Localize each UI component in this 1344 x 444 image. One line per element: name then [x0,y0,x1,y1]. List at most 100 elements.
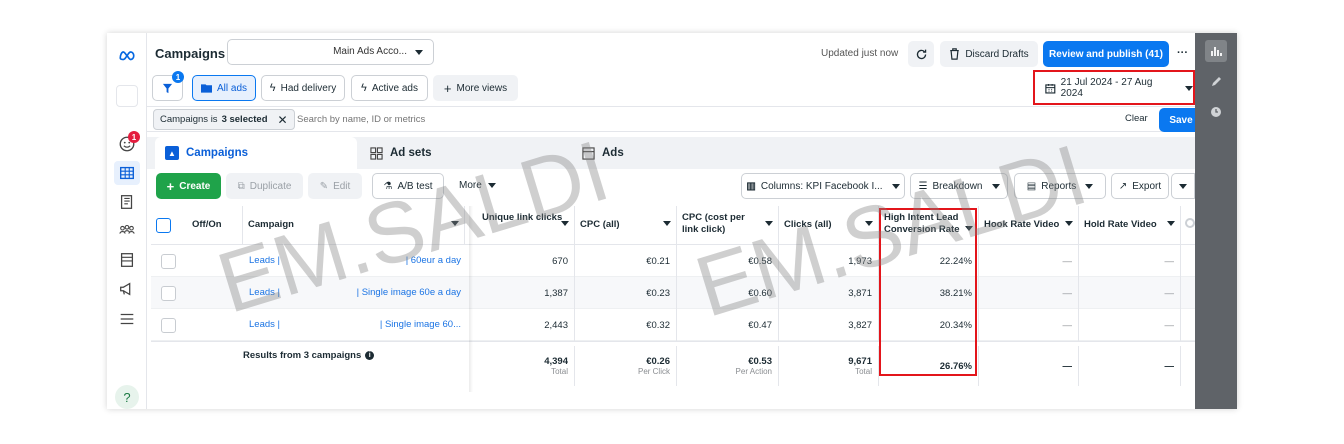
account-selector[interactable]: Main Ads Acco... [227,39,434,65]
more-actions-button[interactable]: More [459,180,496,191]
meta-logo-icon[interactable] [116,45,138,65]
reports-label: Reports [1041,180,1077,192]
account-avatar[interactable] [116,85,138,107]
menu-icon[interactable] [116,309,138,329]
campaign-name-link[interactable]: Leads | [249,287,280,298]
pages-icon[interactable] [116,192,138,212]
col-unique-label: Unique link clicks [482,212,563,223]
campaign-name-suffix[interactable]: | 60eur a day [406,255,461,266]
sort-icon [865,221,873,226]
tab-ads[interactable]: Ads [572,137,780,169]
view-had-delivery[interactable]: ϟ Had delivery [261,75,345,101]
settings-icon[interactable] [1185,218,1195,228]
breakdown-button[interactable]: ☰ Breakdown [910,173,1008,199]
total-cpc-all: €0.26 Per Click [575,346,677,386]
total-sub: Per Click [637,367,670,376]
clear-link[interactable]: Clear [1125,113,1148,124]
sort-icon [1065,221,1073,226]
sort-icon [451,221,459,226]
chart-icon[interactable] [1205,40,1227,62]
smiley-icon[interactable]: 1 [116,131,140,154]
cell-clicks: 1,973 [779,245,879,277]
campaign-name-suffix[interactable]: | Single image 60e a day [357,287,461,298]
row-checkbox[interactable] [161,254,176,269]
tab-campaigns-label: Campaigns [186,147,248,159]
duplicate-label: Duplicate [249,180,292,192]
col-cpc-all[interactable]: CPC (all) [575,206,677,244]
columns-icon: ▥ [746,180,756,192]
breakdown-label: Breakdown [932,180,983,192]
columns-button[interactable]: ▥ Columns: KPI Facebook I... [741,173,905,199]
sort-icon [1167,221,1175,226]
billing-icon[interactable] [116,250,138,270]
more-views-button[interactable]: + More views [433,75,518,101]
discard-label: Discard Drafts [965,48,1029,60]
top-bar: Campaigns Main Ads Acco... Updated just … [147,33,1195,71]
col-unique-link-clicks[interactable]: Unique link clicks [477,206,575,244]
view-active-ads[interactable]: ϟ Active ads [351,75,428,101]
history-icon[interactable] [1205,101,1227,123]
chevron-down-icon [1179,183,1187,189]
tab-campaigns[interactable]: ▲ Campaigns [155,137,357,169]
duplicate-icon: ⧉ [237,180,245,192]
more-options-icon[interactable]: ··· [1177,47,1188,59]
tab-ad-sets-label: Ad sets [390,147,432,159]
ab-test-button[interactable]: ⚗ A/B test [372,173,444,199]
edit-button[interactable]: ✎ Edit [308,173,362,199]
info-icon[interactable]: i [365,351,375,360]
refresh-button[interactable] [908,41,934,67]
tab-ad-sets[interactable]: Ad sets [360,137,566,169]
campaign-name-link[interactable]: Leads | [249,255,280,266]
col-off-on[interactable]: Off/On [187,206,243,244]
total-hook: — [979,346,1079,386]
total-sub: Total [855,367,872,376]
col-campaign[interactable]: Campaign [243,206,465,244]
cell-hold: — [1079,309,1181,341]
megaphone-icon[interactable] [116,279,138,299]
export-icon: ↗ [1118,180,1128,192]
col-cpc-link[interactable]: CPC (cost per link click) [677,206,779,244]
chevron-down-icon [1085,183,1094,189]
pencil-icon[interactable] [1205,71,1227,93]
cell-cpc-all: €0.23 [575,277,677,309]
filter-chip[interactable]: Campaigns is 3 selected ✕ [153,109,295,130]
col-clicks-all[interactable]: Clicks (all) [779,206,879,244]
help-icon[interactable]: ? [115,385,139,409]
row-checkbox[interactable] [161,318,176,333]
campaign-name-suffix[interactable]: | Single image 60... [380,319,461,330]
campaign-name-link[interactable]: Leads | [249,319,280,330]
campaign-table: Off/On Campaign Unique link clicks CPC (… [151,206,1195,392]
create-button[interactable]: + Create [156,173,221,199]
col-hold-rate[interactable]: Hold Rate Video [1079,206,1181,244]
cell-cpc-link: €0.47 [677,309,779,341]
export-button[interactable]: ↗ Export [1111,173,1169,199]
bolt-icon: ϟ [361,82,367,94]
row-checkbox[interactable] [161,286,176,301]
duplicate-button[interactable]: ⧉ Duplicate [226,173,303,199]
select-all-cell [151,206,187,244]
review-publish-button[interactable]: Review and publish (41) [1043,41,1169,67]
discard-drafts-button[interactable]: Discard Drafts [940,41,1038,67]
totals-label: Results from 3 campaigns i [243,350,469,361]
export-menu-button[interactable] [1171,173,1195,199]
table-icon[interactable] [114,161,140,185]
more-actions-label: More [459,180,482,191]
sort-icon [561,221,569,226]
col-cpc-all-label: CPC (all) [580,219,620,230]
notification-badge: 1 [128,131,140,143]
select-all-checkbox[interactable] [156,218,171,233]
view-all-ads[interactable]: All ads [192,75,256,101]
chevron-down-icon [891,183,900,189]
filter-button[interactable]: 1 [152,71,184,101]
tab-ads-label: Ads [602,147,624,159]
col-hook-rate[interactable]: Hook Rate Video [979,206,1079,244]
cell-cpc-link: €0.60 [677,277,779,309]
audiences-icon[interactable] [116,220,138,240]
total-hold: — [1079,346,1181,386]
cell-hold: — [1079,277,1181,309]
col-hook-label: Hook Rate Video [984,219,1060,230]
col-cpc-link-label: CPC (cost per link click) [682,212,745,235]
reports-button[interactable]: ▤ Reports [1014,173,1106,199]
close-icon[interactable]: ✕ [278,113,288,127]
search-input[interactable] [297,110,797,129]
